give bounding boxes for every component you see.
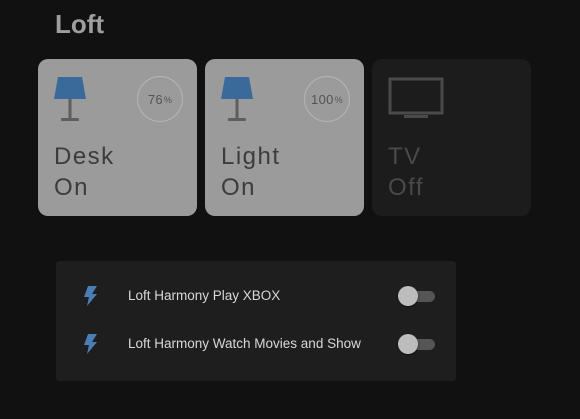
- play-xbox-toggle[interactable]: [398, 286, 435, 306]
- lightning-bolt-icon: [84, 286, 97, 306]
- activity-row-watch-movies: Loft Harmony Watch Movies and Show: [56, 320, 456, 368]
- brightness-indicator: 100%: [304, 76, 350, 122]
- brightness-unit: %: [334, 95, 343, 105]
- lightning-bolt-icon: [84, 334, 97, 354]
- tile-light[interactable]: 100% Light On: [205, 59, 364, 216]
- activity-label: Loft Harmony Play XBOX: [128, 288, 281, 303]
- activity-label: Loft Harmony Watch Movies and Show: [128, 336, 361, 351]
- tile-name: TV: [388, 143, 422, 170]
- lamp-icon: [54, 77, 86, 121]
- brightness-value: 76: [147, 91, 163, 107]
- tile-name: Light: [221, 143, 281, 170]
- tile-tv[interactable]: TV Off: [372, 59, 531, 216]
- brightness-unit: %: [163, 95, 173, 105]
- activities-panel: Loft Harmony Play XBOX Loft Harmony Watc…: [56, 261, 456, 381]
- tile-state: On: [221, 174, 257, 201]
- brightness-value: 100: [311, 91, 334, 107]
- tile-desk[interactable]: 76% Desk On: [38, 59, 197, 216]
- watch-movies-toggle[interactable]: [398, 334, 435, 354]
- dashboard-page: Loft 76% Desk On 100% Light On TV Off Lo…: [0, 0, 580, 419]
- tile-state: On: [54, 174, 90, 201]
- tile-name: Desk: [54, 143, 115, 170]
- tile-state: Off: [388, 174, 425, 201]
- activity-row-play-xbox: Loft Harmony Play XBOX: [56, 272, 456, 320]
- room-title: Loft: [55, 9, 105, 39]
- toggle-thumb[interactable]: [398, 334, 418, 354]
- tv-icon: [388, 77, 444, 118]
- brightness-indicator: 76%: [137, 76, 183, 122]
- lamp-icon: [221, 77, 253, 121]
- toggle-thumb[interactable]: [398, 286, 418, 306]
